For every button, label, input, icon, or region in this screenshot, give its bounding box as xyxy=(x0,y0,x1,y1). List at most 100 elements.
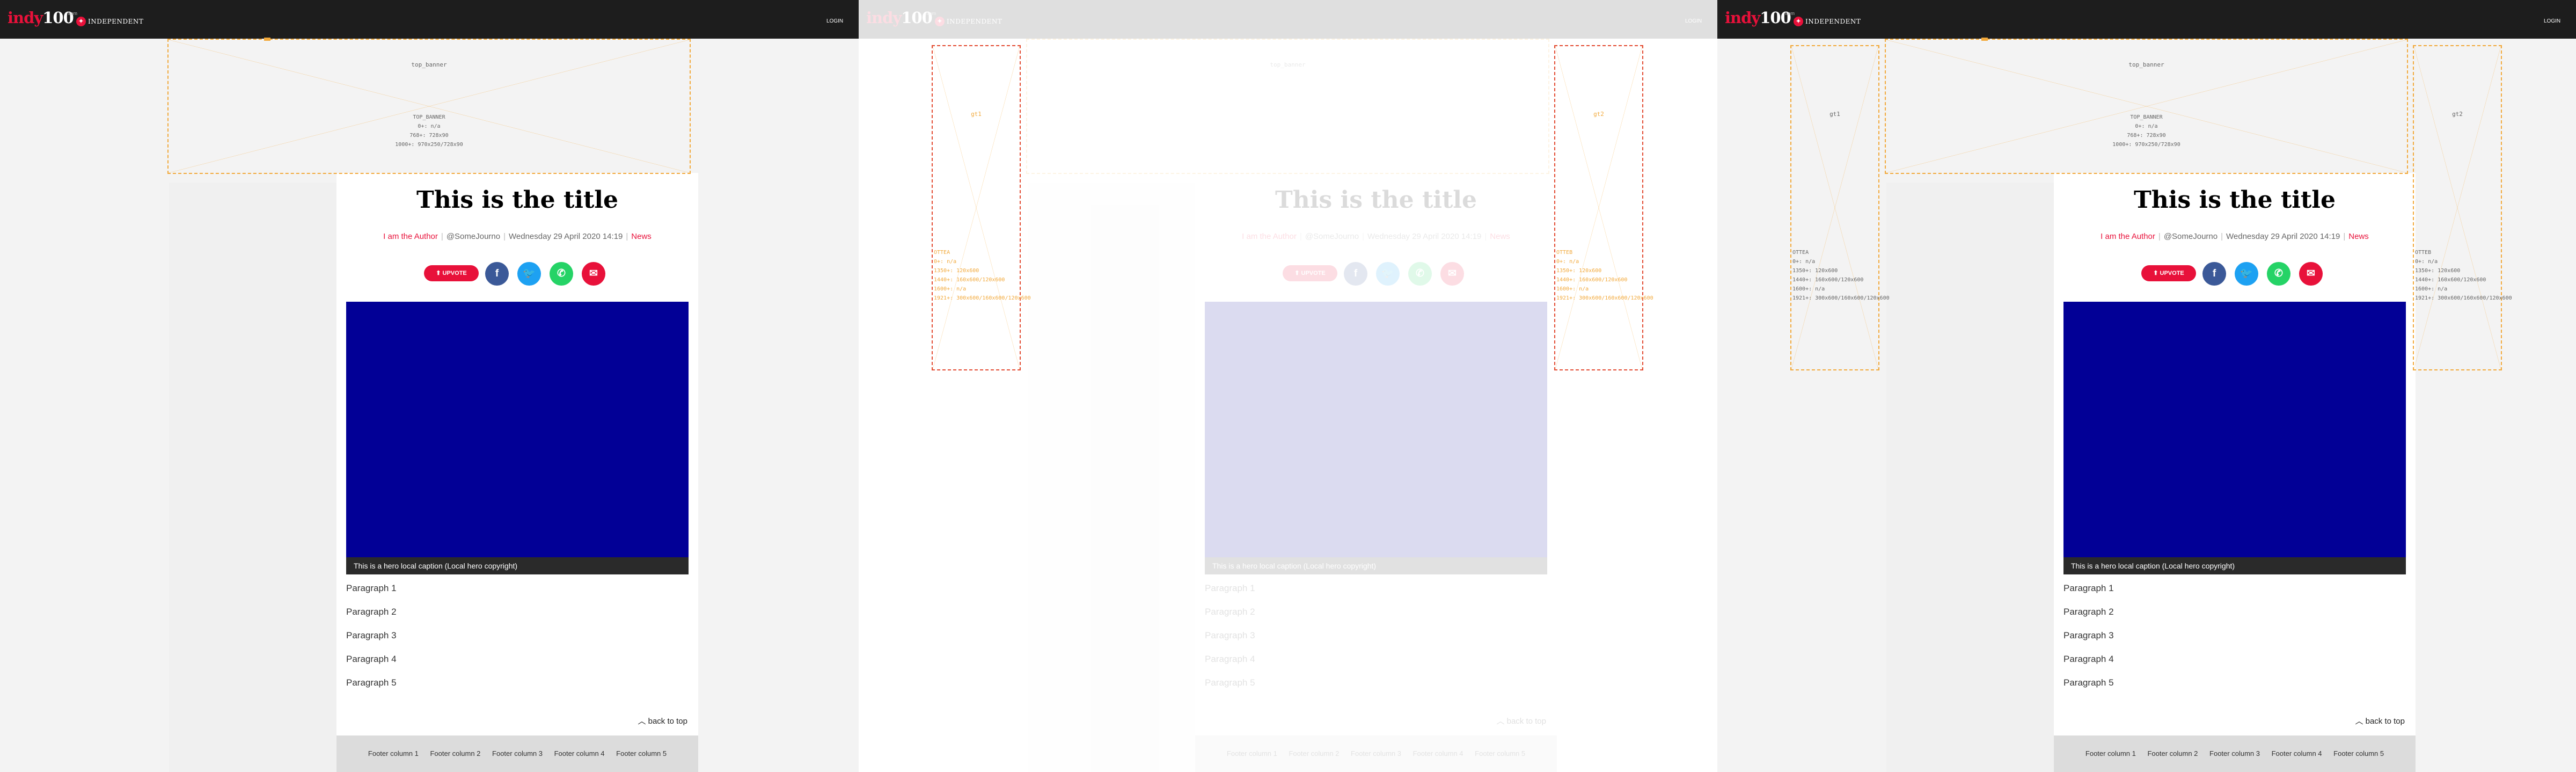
paragraph: Paragraph 1 xyxy=(2063,583,2114,593)
site-header: indy100 from ✦ INDEPENDENT LOGIN xyxy=(1717,0,2576,39)
article: This is the title I am the Author|@SomeJ… xyxy=(2054,173,2416,772)
email-icon: ✉ xyxy=(589,268,598,279)
ad-size-list: OTTEB 0+: n/a 1350+: 120x600 1440+: 160x600… xyxy=(2415,250,2512,301)
site-header: indy100 from ✦ INDEPENDENT LOGIN xyxy=(0,0,859,39)
article-meta: I am the Author|@SomeJourno|Wednesday 29… xyxy=(2101,232,2369,241)
footer-column[interactable]: Footer column 2 xyxy=(430,749,480,758)
email-icon: ✉ xyxy=(2307,268,2315,279)
email-share-button[interactable]: ✉ xyxy=(2299,262,2323,286)
ad-size-list: OTTEA 0+: n/a 1350+: 120x600 1440+: 160x600… xyxy=(1792,250,1890,301)
independent-logo[interactable]: INDEPENDENT xyxy=(88,18,143,25)
author-link[interactable]: I am the Author xyxy=(2101,232,2155,241)
page-gutter xyxy=(1886,183,2054,772)
chevron-up-icon: ︿ xyxy=(2355,717,2366,726)
paragraph: Paragraph 4 xyxy=(2063,654,2114,664)
independent-eagle-icon: ✦ xyxy=(76,17,86,26)
footer-column[interactable]: Footer column 4 xyxy=(554,749,605,758)
facebook-icon: f xyxy=(495,268,499,279)
facebook-share-button[interactable]: f xyxy=(485,262,509,286)
login-link[interactable]: LOGIN xyxy=(826,18,843,24)
ad-placeholder-cross xyxy=(2414,46,2501,369)
ad-slot-name: top_banner xyxy=(2128,61,2164,68)
twitter-icon: 🐦 xyxy=(523,268,536,279)
ad-placeholder-cross xyxy=(1791,46,1878,369)
section-link[interactable]: News xyxy=(2348,232,2369,241)
publish-date: Wednesday 29 April 2020 14:19 xyxy=(509,232,623,241)
footer-column[interactable]: Footer column 5 xyxy=(616,749,667,758)
facebook-icon: f xyxy=(2212,268,2216,279)
ad-slot-name: top_banner xyxy=(411,61,447,68)
article-title: This is the title xyxy=(416,186,619,214)
left-skyscraper-ad-slot: gt1 OTTEA 0+: n/a 1350+: 120x600 1440+: 160… xyxy=(932,45,1031,370)
twitter-share-button[interactable]: 🐦 xyxy=(517,262,541,286)
login-link[interactable]: LOGIN xyxy=(2544,18,2560,24)
indy100-logo[interactable]: indy100 xyxy=(1725,9,1791,27)
site-footer: Footer column 1 Footer column 2 Footer c… xyxy=(2054,735,2416,772)
hero-image: This is a hero local caption (Local hero… xyxy=(2063,302,2406,574)
article-title: This is the title xyxy=(2133,186,2336,214)
paragraph: Paragraph 5 xyxy=(346,678,397,688)
facebook-share-button[interactable]: f xyxy=(2202,262,2226,286)
email-share-button[interactable]: ✉ xyxy=(582,262,605,286)
whatsapp-share-button[interactable]: ✆ xyxy=(2267,262,2290,286)
ad-placeholder-cross xyxy=(1886,40,2407,173)
section-link[interactable]: News xyxy=(631,232,652,241)
share-bar: ⬆ UPVOTE f 🐦 ✆ ✉ xyxy=(424,260,612,286)
layout-view-highlighted: indy100 from ✦ INDEPENDENT LOGIN This is… xyxy=(859,0,1717,772)
independent-logo[interactable]: INDEPENDENT xyxy=(1805,18,1861,25)
footer-column[interactable]: Footer column 1 xyxy=(368,749,419,758)
whatsapp-share-button[interactable]: ✆ xyxy=(550,262,573,286)
hero-image: This is a hero local caption (Local hero… xyxy=(346,302,689,574)
article: This is the title I am the Author|@SomeJ… xyxy=(336,173,698,772)
twitter-icon: 🐦 xyxy=(2240,268,2253,279)
paragraph: Paragraph 5 xyxy=(2063,678,2114,688)
upvote-label: UPVOTE xyxy=(442,270,467,276)
from-label: from xyxy=(1785,11,1795,16)
ad-slot-name: gt2 xyxy=(2452,111,2463,118)
author-handle[interactable]: @SomeJourno xyxy=(447,232,500,241)
upvote-arrow-icon: ⬆ xyxy=(2153,270,2160,276)
hero-caption: This is a hero local caption (Local hero… xyxy=(346,557,689,574)
ad-slot-name: gt2 xyxy=(1593,111,1604,118)
paragraph: Paragraph 2 xyxy=(346,607,397,617)
layout-view-banner: indy100 from ✦ INDEPENDENT LOGIN This is… xyxy=(0,0,859,772)
ad-size-list: OTTEA 0+: n/a 1350+: 120x600 1440+: 160x600… xyxy=(934,250,1031,301)
footer-column[interactable]: Footer column 4 xyxy=(2272,749,2322,758)
whatsapp-icon: ✆ xyxy=(2274,268,2283,279)
footer-column[interactable]: Footer column 3 xyxy=(2209,749,2260,758)
paragraph: Paragraph 2 xyxy=(2063,607,2114,617)
ad-size-list: OTTEB 0+: n/a 1350+: 120x600 1440+: 160x600… xyxy=(1556,250,1653,301)
ad-marker xyxy=(1981,38,1988,41)
ad-size-list: TOP_BANNER 0+: n/a 768+: 728x90 1000+: 970x… xyxy=(2112,114,2180,148)
back-to-top-link[interactable]: ︿ back to top xyxy=(638,715,687,726)
whatsapp-icon: ✆ xyxy=(557,268,566,279)
ad-marker xyxy=(264,38,270,41)
footer-column[interactable]: Footer column 1 xyxy=(2085,749,2136,758)
footer-column[interactable]: Footer column 3 xyxy=(492,749,543,758)
paragraph: Paragraph 3 xyxy=(2063,630,2114,640)
ad-size-list: TOP_BANNER 0+: n/a 768+: 728x90 1000+: 970x… xyxy=(395,114,463,148)
author-handle[interactable]: @SomeJourno xyxy=(2164,232,2218,241)
footer-column[interactable]: Footer column 2 xyxy=(2147,749,2198,758)
back-to-top-link[interactable]: ︿ back to top xyxy=(2355,715,2405,726)
top-banner-ad-slot: top_banner TOP_BANNER 0+: n/a 768+: 728x90… xyxy=(1885,39,2408,174)
twitter-share-button[interactable]: 🐦 xyxy=(2235,262,2258,286)
top-banner-ad-slot: top_banner TOP_BANNER 0+: n/a 768+: 728x90… xyxy=(167,39,691,174)
share-bar: ⬆ UPVOTE f 🐦 ✆ ✉ xyxy=(2141,260,2329,286)
publish-date: Wednesday 29 April 2020 14:19 xyxy=(2226,232,2340,241)
from-label: from xyxy=(68,11,77,16)
paragraph: Paragraph 1 xyxy=(346,583,397,593)
upvote-label: UPVOTE xyxy=(2160,270,2184,276)
ad-placeholder-cross xyxy=(933,46,1020,369)
upvote-button[interactable]: ⬆ UPVOTE xyxy=(424,265,479,281)
footer-column[interactable]: Footer column 5 xyxy=(2333,749,2384,758)
author-link[interactable]: I am the Author xyxy=(383,232,438,241)
ad-placeholder-cross xyxy=(1555,46,1642,369)
article-meta: I am the Author|@SomeJourno|Wednesday 29… xyxy=(383,232,652,241)
right-skyscraper-ad-slot: gt2 OTTEB 0+: n/a 1350+: 120x600 1440+: 160… xyxy=(1554,45,1653,370)
upvote-button[interactable]: ⬆ UPVOTE xyxy=(2141,265,2196,281)
chevron-up-icon: ︿ xyxy=(638,717,648,726)
hero-caption: This is a hero local caption (Local hero… xyxy=(2063,557,2406,574)
indy100-logo[interactable]: indy100 xyxy=(8,9,74,27)
left-skyscraper-ad-slot: gt1 OTTEA 0+: n/a 1350+: 120x600 1440+: 160… xyxy=(1790,45,1890,370)
